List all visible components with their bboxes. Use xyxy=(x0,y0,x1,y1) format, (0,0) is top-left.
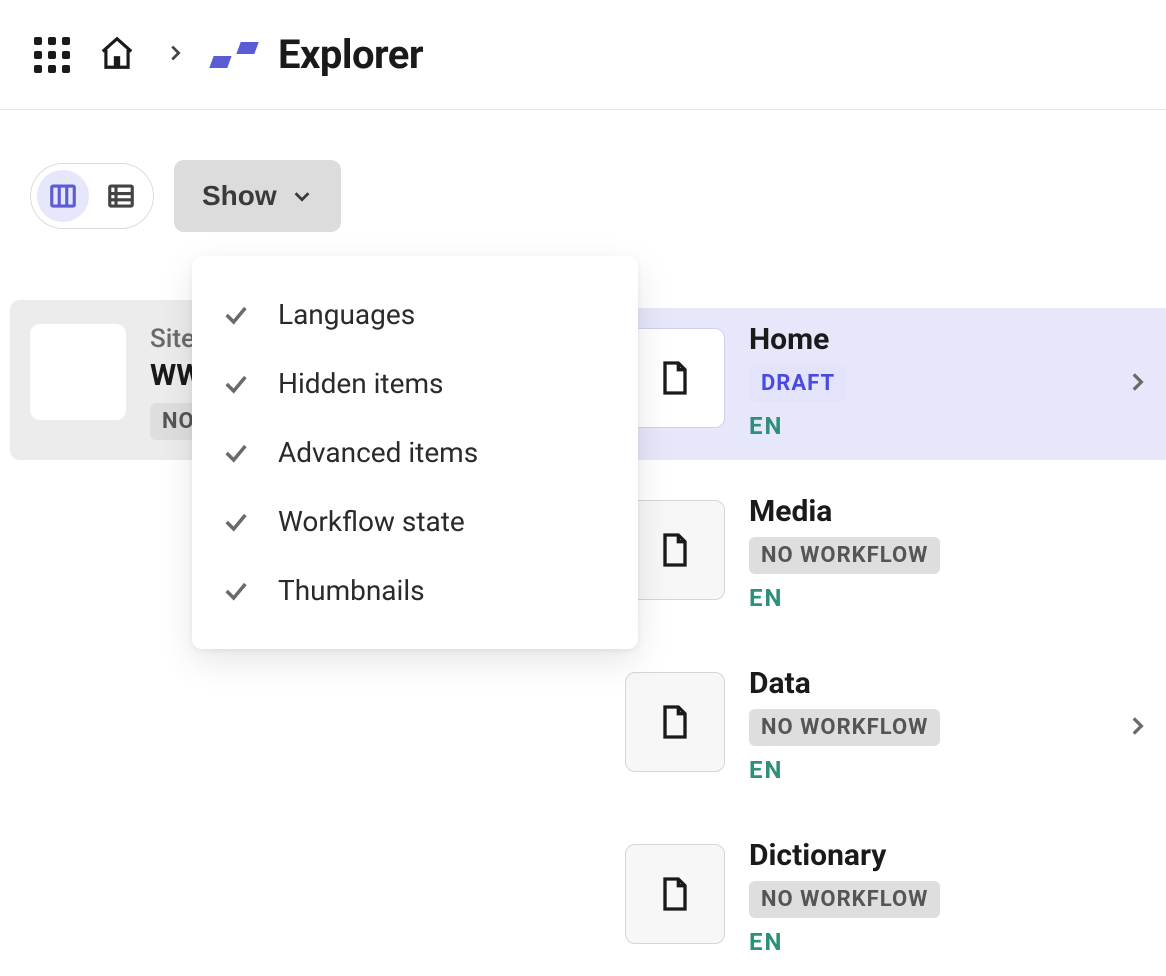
item-language: EN xyxy=(749,928,940,956)
check-icon xyxy=(222,577,250,605)
item-title: Home xyxy=(749,322,847,357)
content-item[interactable]: Media NO WORKFLOW EN xyxy=(605,480,1166,632)
list-view-button[interactable] xyxy=(95,170,147,222)
show-menu-item[interactable]: Languages xyxy=(192,280,638,349)
show-dropdown-button[interactable]: Show xyxy=(174,160,341,232)
home-icon[interactable] xyxy=(98,34,136,76)
chevron-down-icon xyxy=(291,185,313,207)
check-icon xyxy=(222,439,250,467)
items-column: Home DRAFT EN Media NO WORKFLOW EN Data NO WORK… xyxy=(605,308,1166,976)
show-menu-item-label: Hidden items xyxy=(278,367,443,400)
item-body: Data NO WORKFLOW EN xyxy=(749,666,940,784)
content-item[interactable]: Data NO WORKFLOW EN xyxy=(605,652,1166,804)
toolbar: Show xyxy=(0,110,1166,232)
show-dropdown-menu: Languages Hidden items Advanced items Workf… xyxy=(192,256,638,649)
breadcrumb-separator-icon xyxy=(164,42,186,68)
columns-view-button[interactable] xyxy=(37,170,89,222)
page-icon xyxy=(655,874,695,914)
item-title: Media xyxy=(749,494,940,529)
list-icon xyxy=(106,181,136,211)
show-menu-item-label: Advanced items xyxy=(278,436,478,469)
item-workflow-badge: NO WORKFLOW xyxy=(749,881,940,918)
show-menu-item-label: Workflow state xyxy=(278,505,465,538)
show-label: Show xyxy=(202,180,277,212)
page-title: Explorer xyxy=(278,31,423,78)
item-body: Home DRAFT EN xyxy=(749,322,847,440)
item-thumbnail xyxy=(625,500,725,600)
show-menu-item[interactable]: Thumbnails xyxy=(192,556,638,625)
show-menu-item[interactable]: Hidden items xyxy=(192,349,638,418)
site-thumbnail xyxy=(30,324,126,420)
apps-icon[interactable] xyxy=(34,37,70,73)
item-thumbnail xyxy=(625,844,725,944)
item-thumbnail xyxy=(625,328,725,428)
item-workflow-badge: NO WORKFLOW xyxy=(749,537,940,574)
check-icon xyxy=(222,301,250,329)
item-language: EN xyxy=(749,584,940,612)
explorer-logo-icon xyxy=(209,42,258,68)
item-workflow-badge: DRAFT xyxy=(749,365,847,402)
view-toggle xyxy=(30,163,154,229)
breadcrumb-current[interactable]: Explorer xyxy=(214,31,423,78)
page-icon xyxy=(655,702,695,742)
page-icon xyxy=(655,358,695,398)
show-menu-item-label: Thumbnails xyxy=(278,574,425,607)
check-icon xyxy=(222,508,250,536)
item-body: Dictionary NO WORKFLOW EN xyxy=(749,838,940,956)
chevron-right-icon xyxy=(1124,713,1150,743)
item-title: Data xyxy=(749,666,940,701)
topbar: Explorer xyxy=(0,0,1166,110)
item-workflow-badge: NO WORKFLOW xyxy=(749,709,940,746)
check-icon xyxy=(222,370,250,398)
item-language: EN xyxy=(749,412,847,440)
chevron-right-icon xyxy=(1124,369,1150,399)
show-menu-item[interactable]: Advanced items xyxy=(192,418,638,487)
item-thumbnail xyxy=(625,672,725,772)
show-menu-item[interactable]: Workflow state xyxy=(192,487,638,556)
show-menu-item-label: Languages xyxy=(278,298,415,331)
page-icon xyxy=(655,530,695,570)
columns-icon xyxy=(48,181,78,211)
content-item[interactable]: Home DRAFT EN xyxy=(605,308,1166,460)
item-title: Dictionary xyxy=(749,838,940,873)
item-body: Media NO WORKFLOW EN xyxy=(749,494,940,612)
content-item[interactable]: Dictionary NO WORKFLOW EN xyxy=(605,824,1166,976)
item-language: EN xyxy=(749,756,940,784)
